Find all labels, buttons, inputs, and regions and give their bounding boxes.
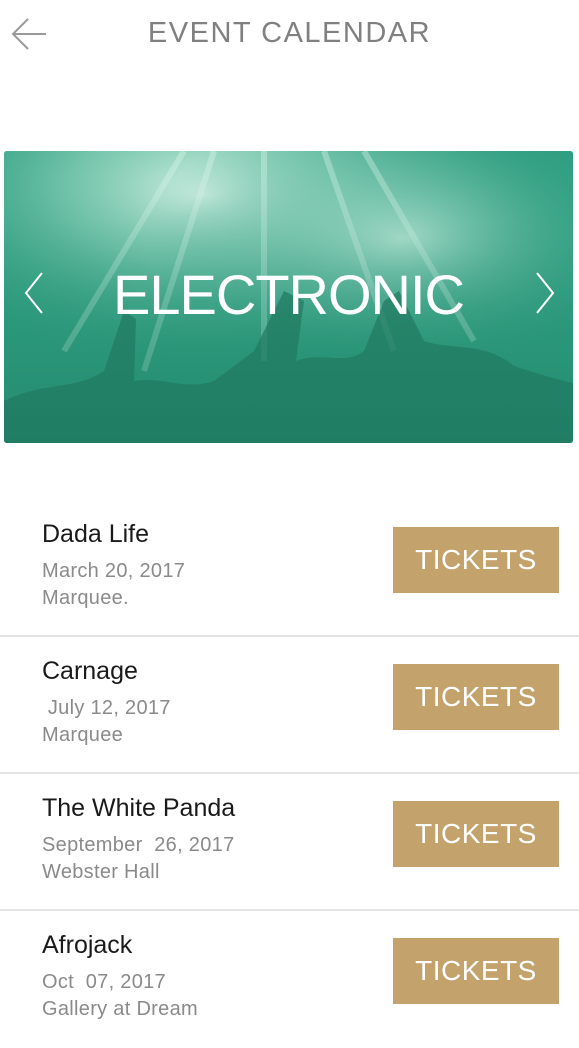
chevron-right-icon: [536, 272, 555, 314]
event-date: Oct 07, 2017: [42, 971, 166, 993]
event-name: The White Panda: [42, 794, 236, 822]
banner-next-button[interactable]: [529, 269, 559, 317]
event-name: Afrojack: [42, 931, 133, 959]
tickets-button[interactable]: TICKETS: [393, 664, 559, 730]
page-title: EVENT CALENDAR: [147, 17, 432, 49]
event-name: Dada Life: [42, 520, 150, 548]
event-venue: Marquee: [42, 724, 124, 746]
event-list: Dada Life March 20, 2017 Marquee. TICKET…: [0, 500, 579, 1048]
event-row: Carnage July 12, 2017 Marquee TICKETS: [0, 637, 579, 774]
event-venue: Gallery at Dream: [42, 998, 198, 1020]
event-row: Afrojack Oct 07, 2017 Gallery at Dream T…: [0, 911, 579, 1048]
event-name: Carnage: [42, 657, 138, 685]
category-banner[interactable]: ELECTRONIC: [4, 151, 573, 443]
event-date: September 26, 2017: [42, 834, 235, 856]
event-date: March 20, 2017: [42, 560, 186, 582]
tickets-button[interactable]: TICKETS: [393, 527, 559, 593]
event-venue: Marquee.: [42, 587, 129, 609]
event-row: The White Panda September 26, 2017 Webst…: [0, 774, 579, 911]
tickets-button[interactable]: TICKETS: [393, 938, 559, 1004]
event-venue: Webster Hall: [42, 861, 160, 883]
banner-category-title: ELECTRONIC: [113, 263, 465, 326]
event-row: Dada Life March 20, 2017 Marquee. TICKET…: [0, 500, 579, 637]
app-header: EVENT CALENDAR: [0, 0, 579, 70]
tickets-button[interactable]: TICKETS: [393, 801, 559, 867]
event-date: July 12, 2017: [42, 697, 171, 719]
